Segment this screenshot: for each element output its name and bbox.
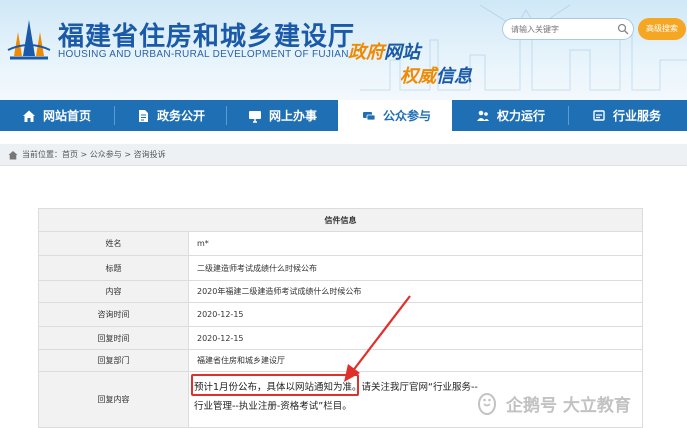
nav-divider xyxy=(114,106,115,125)
highlight-box xyxy=(191,374,359,396)
nav-label: 政务公开 xyxy=(157,109,206,123)
nav-divider xyxy=(226,106,227,125)
search-box xyxy=(502,18,634,40)
home-icon xyxy=(8,151,18,160)
nav-item-power-operation[interactable]: 权力运行 xyxy=(476,100,545,131)
nav-item-online-service[interactable]: 网上办事 xyxy=(248,100,317,131)
slogan-line-1: 政府网站 xyxy=(348,38,420,64)
row-label: 姓名 xyxy=(39,232,189,255)
breadcrumb[interactable]: 当前位置：首页 > 公众参与 > 咨询投诉 xyxy=(22,149,166,160)
row-value: 福建省住房和城乡建设厅 xyxy=(197,356,285,365)
row-label: 标题 xyxy=(39,256,189,280)
slogan-line-2: 权威信息 xyxy=(400,62,472,88)
slogan-2a: 权威 xyxy=(400,66,436,87)
slogan-1a: 政府 xyxy=(348,42,384,63)
row-value: 2020年福建二级建造师考试成绩什么时候公布 xyxy=(197,287,362,296)
table-row: 姓名 m* xyxy=(38,232,643,256)
watermark: 企鹅号 大立教育 xyxy=(474,390,631,416)
home-icon xyxy=(23,110,35,122)
letter-header: 信件信息 xyxy=(38,208,643,232)
nav-divider xyxy=(568,106,569,125)
nav-item-gov-affairs[interactable]: 政务公开 xyxy=(136,100,205,131)
nav-label: 权力运行 xyxy=(497,109,546,123)
watermark-text: 企鹅号 大立教育 xyxy=(506,395,631,416)
advanced-search-button[interactable]: 高级搜索 xyxy=(638,18,686,40)
slogan-1b: 网站 xyxy=(384,42,420,63)
row-label: 回复时间 xyxy=(39,327,189,349)
main-nav: 网站首页 政务公开 网上办事 公众参与 权力运行 行业服务 xyxy=(0,100,687,131)
breadcrumb-bar: 当前位置：首页 > 公众参与 > 咨询投诉 xyxy=(0,144,687,166)
search-input[interactable] xyxy=(511,22,611,37)
department-logo[interactable] xyxy=(4,14,54,64)
row-value: 二级建造师考试成绩什么时候公布 xyxy=(197,263,317,273)
monitor-icon xyxy=(249,110,261,123)
search-icon[interactable] xyxy=(617,23,629,35)
table-row: 标题 二级建造师考试成绩什么时候公布 xyxy=(38,256,643,281)
row-label: 内容 xyxy=(39,281,189,302)
row-label: 回复部门 xyxy=(39,350,189,371)
nav-label: 行业服务 xyxy=(613,109,662,123)
slogan-2b: 信息 xyxy=(436,66,472,87)
nav-label: 公众参与 xyxy=(383,109,432,123)
table-row: 咨询时间 2020-12-15 xyxy=(38,303,643,327)
nav-item-industry-service[interactable]: 行业服务 xyxy=(592,100,661,131)
handshake-icon xyxy=(593,109,605,121)
site-title: 福建省住房和城乡建设厅 xyxy=(58,22,356,52)
penguin-icon xyxy=(478,393,496,415)
table-row: 回复时间 2020-12-15 xyxy=(38,327,643,350)
row-label: 咨询时间 xyxy=(39,303,189,326)
chat-icon xyxy=(363,111,376,120)
row-value: m* xyxy=(197,239,209,248)
people-icon xyxy=(477,110,489,121)
nav-item-public-participation[interactable]: 公众参与 xyxy=(338,100,452,131)
row-value: 2020-12-15 xyxy=(197,333,244,343)
nav-item-home[interactable]: 网站首页 xyxy=(22,100,91,131)
table-row: 回复部门 福建省住房和城乡建设厅 xyxy=(38,350,643,372)
row-label: 回复内容 xyxy=(39,372,189,427)
nav-label: 网站首页 xyxy=(43,109,92,123)
site-header: 福建省住房和城乡建设厅 HOUSING AND URBAN-RURAL DEVE… xyxy=(0,0,687,100)
nav-label: 网上办事 xyxy=(269,109,318,123)
row-value: 2020-12-15 xyxy=(197,310,244,319)
table-row: 内容 2020年福建二级建造师考试成绩什么时候公布 xyxy=(38,281,643,303)
document-icon xyxy=(139,109,148,122)
site-title-english: HOUSING AND URBAN-RURAL DEVELOPMENT OF F… xyxy=(58,49,349,60)
